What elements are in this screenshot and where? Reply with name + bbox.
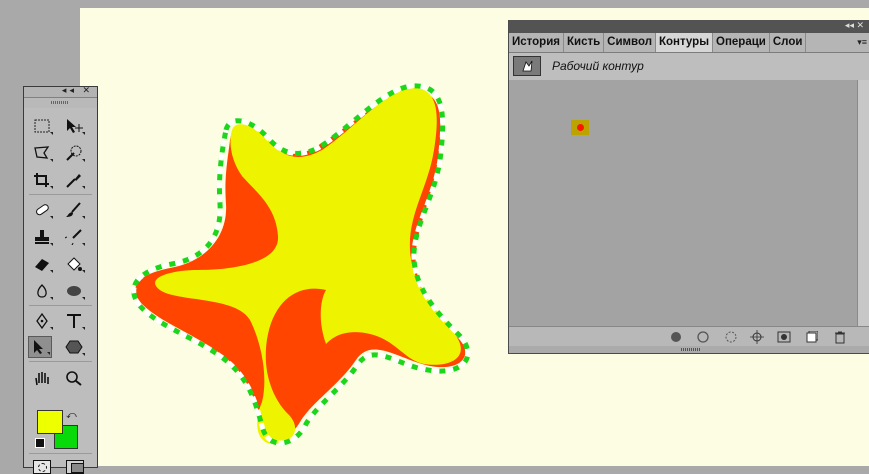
cursor-marker-icon [571,120,589,135]
eyedropper-icon[interactable] [62,169,86,191]
type-icon[interactable] [62,310,86,332]
panel-menu-icon[interactable]: ▾≡ [857,37,867,48]
zoom-icon[interactable] [62,367,86,389]
tab-history[interactable]: История [509,33,564,52]
add-mask-icon[interactable] [777,330,791,344]
hand-icon[interactable] [30,367,54,389]
tools-panel-header[interactable]: ◂◂ ✕ [24,85,97,98]
history-brush-icon[interactable] [62,226,86,248]
quick-selection-icon[interactable] [62,142,86,164]
tools-panel-body: ⤺ [24,108,97,474]
new-path-icon[interactable] [805,330,819,344]
pen-icon[interactable] [30,310,54,332]
tab-character[interactable]: Символ [604,33,657,52]
eraser-icon[interactable] [30,253,54,275]
paths-scrollbar[interactable] [857,80,869,326]
custom-shape-icon[interactable] [62,336,86,358]
paths-panel-header[interactable]: ◂◂ ✕ [509,20,869,33]
trash-icon[interactable] [833,330,847,344]
default-colors-icon[interactable] [35,438,45,448]
crop-icon[interactable] [30,169,54,191]
paths-panel: ◂◂ ✕ История Кисть Символ Контуры Операц… [508,20,869,354]
tools-panel: ◂◂ ✕ ⤺ [23,85,98,474]
tab-paths[interactable]: Контуры [656,33,714,52]
screen-mode-icon[interactable] [66,460,84,474]
path-thumbnail [513,56,541,76]
tools-panel-grip[interactable] [24,98,97,108]
polygonal-lasso-icon[interactable] [30,142,54,164]
panel-collapse-close-icon[interactable]: ◂◂ ✕ [845,20,864,31]
panel-collapse-close-icon[interactable]: ◂◂ ✕ [62,85,93,96]
clone-stamp-icon[interactable] [30,226,54,248]
fill-path-icon[interactable] [669,330,683,344]
foreground-color-swatch[interactable] [37,410,63,434]
tool-separator [29,194,92,195]
stroke-path-icon[interactable] [696,330,710,344]
spot-healing-brush-icon[interactable] [30,199,54,221]
load-selection-icon[interactable] [724,330,738,344]
tab-layers[interactable]: Слои [770,33,807,52]
paths-list-area[interactable] [509,80,858,326]
panel-tabs: История Кисть Символ Контуры Операци Сло… [509,33,869,53]
path-selection-icon[interactable] [28,336,52,358]
quick-mask-icon[interactable] [33,460,51,474]
swap-colors-icon[interactable]: ⤺ [66,410,77,421]
make-work-path-icon[interactable] [750,330,764,344]
move-icon[interactable] [62,115,86,137]
tab-brush[interactable]: Кисть [564,33,605,52]
brush-icon[interactable] [62,199,86,221]
paths-panel-footer [509,326,869,347]
paths-panel-grip[interactable] [509,346,869,353]
blur-icon[interactable] [30,280,54,302]
paint-bucket-icon[interactable] [62,253,86,275]
tool-separator [29,453,92,454]
tab-actions[interactable]: Операци [713,33,770,52]
rectangular-marquee-icon[interactable] [30,115,54,137]
tool-separator [29,361,92,362]
tool-separator [29,305,92,306]
path-row-work-path[interactable]: Рабочий контур [509,53,869,81]
sponge-icon[interactable] [62,280,86,302]
path-name: Рабочий контур [552,59,644,73]
